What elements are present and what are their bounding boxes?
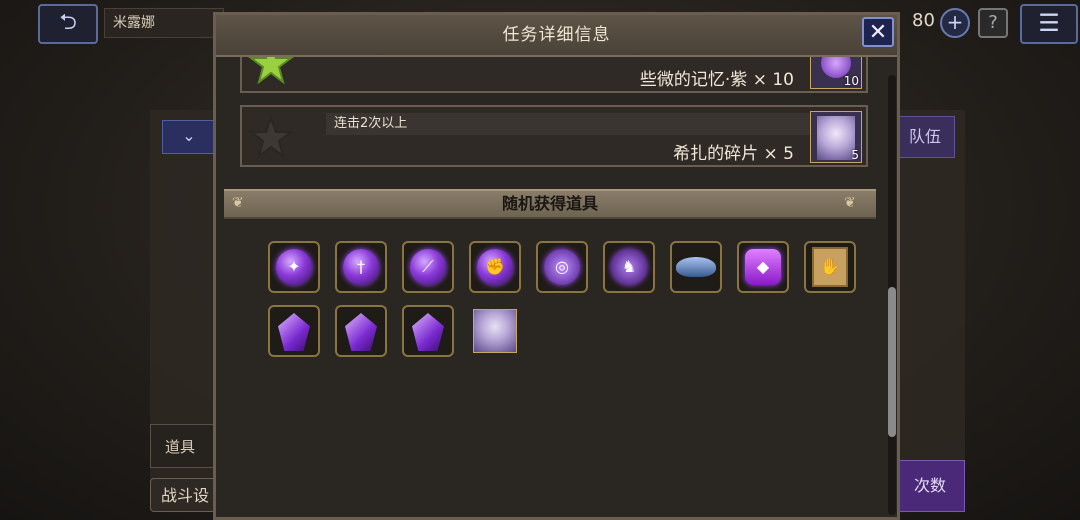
reward-row: 连击2次以上 希扎的碎片 × 5 5 bbox=[240, 105, 868, 167]
item-slot[interactable]: ✦ bbox=[268, 241, 320, 293]
modal-title: 任务详细信息 bbox=[502, 25, 611, 45]
scroll-icon: ✋ bbox=[812, 247, 848, 287]
reward-text: 些微的记忆·紫 × 10 bbox=[639, 70, 794, 90]
purple-orb-icon: ✦ bbox=[276, 249, 312, 285]
character-name: 米露娜 bbox=[104, 8, 224, 38]
purple-orb-icon: † bbox=[343, 249, 379, 285]
item-slot[interactable]: ✋ bbox=[804, 241, 856, 293]
ornament-icon: ❦ bbox=[844, 195, 856, 211]
help-button[interactable]: ? bbox=[978, 8, 1008, 38]
item-slot[interactable] bbox=[670, 241, 722, 293]
character-portrait-icon bbox=[473, 309, 517, 353]
blue-hat-icon bbox=[676, 257, 716, 277]
battle-settings-button[interactable]: 战斗设 bbox=[150, 478, 216, 512]
item-slot[interactable] bbox=[335, 305, 387, 357]
item-slot[interactable]: ⟋ bbox=[402, 241, 454, 293]
character-shard-icon[interactable]: 5 bbox=[810, 111, 862, 163]
item-slot[interactable]: † bbox=[335, 241, 387, 293]
purple-orb-icon: ⟋ bbox=[410, 249, 446, 285]
purple-jar-icon: ◆ bbox=[745, 249, 781, 285]
reward-quantity: 5 bbox=[851, 148, 859, 162]
chevron-down-icon[interactable]: ⌄ bbox=[162, 120, 216, 154]
purple-swirl-icon: ◎ bbox=[544, 249, 580, 285]
purple-dragon-icon: ♞ bbox=[611, 249, 647, 285]
add-stamina-button[interactable]: + bbox=[940, 8, 970, 38]
star-achieved-icon bbox=[248, 57, 294, 85]
item-slot[interactable]: ◆ bbox=[737, 241, 789, 293]
item-slot[interactable] bbox=[469, 305, 521, 357]
items-tab[interactable]: 道具 bbox=[150, 424, 216, 468]
stamina-count: 80 bbox=[912, 10, 935, 31]
mission-condition: 连击2次以上 bbox=[326, 113, 836, 135]
item-slot[interactable] bbox=[402, 305, 454, 357]
purple-orb-icon: ✊ bbox=[477, 249, 513, 285]
modal-header: 任务详细信息 ✕ bbox=[216, 15, 897, 57]
close-button[interactable]: ✕ bbox=[862, 17, 894, 47]
item-slot[interactable]: ♞ bbox=[603, 241, 655, 293]
reward-row: 些微的记忆·紫 × 10 10 bbox=[240, 57, 868, 93]
item-slot[interactable] bbox=[268, 305, 320, 357]
section-title: 随机获得道具 bbox=[501, 194, 598, 213]
scrollbar[interactable] bbox=[888, 75, 896, 515]
mission-detail-modal: 任务详细信息 ✕ 些微的记忆·紫 × 10 10 连击2次以上 希扎的碎片 × … bbox=[213, 12, 900, 520]
item-slot[interactable]: ✊ bbox=[469, 241, 521, 293]
random-items-header: ❦ 随机获得道具 ❦ bbox=[224, 189, 876, 219]
count-button[interactable]: 次数 bbox=[895, 460, 965, 512]
item-slot[interactable]: ◎ bbox=[536, 241, 588, 293]
reward-quantity: 10 bbox=[843, 74, 859, 88]
star-empty-icon bbox=[248, 115, 294, 159]
memory-purple-icon[interactable]: 10 bbox=[810, 57, 862, 89]
party-button[interactable]: 队伍 bbox=[895, 116, 955, 158]
back-button[interactable]: ⮌ bbox=[38, 4, 98, 44]
right-background-panel bbox=[895, 110, 965, 510]
scrollbar-thumb[interactable] bbox=[888, 287, 896, 437]
modal-content[interactable]: 些微的记忆·紫 × 10 10 连击2次以上 希扎的碎片 × 5 5 ❦ 随机获… bbox=[224, 57, 884, 515]
menu-button[interactable]: ☰ bbox=[1020, 4, 1078, 44]
reward-text: 希扎的碎片 × 5 bbox=[673, 144, 794, 164]
